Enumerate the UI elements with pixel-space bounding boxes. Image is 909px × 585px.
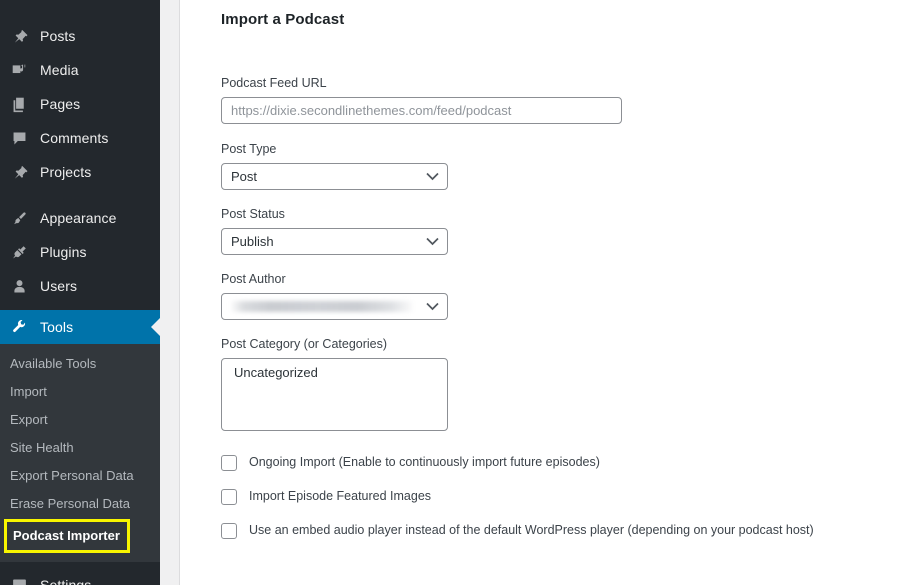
submenu-item-erase-personal-data[interactable]: Erase Personal Data	[0, 490, 160, 518]
sidebar-item-label: Appearance	[40, 210, 117, 226]
embed-player-label[interactable]: Use an embed audio player instead of the…	[249, 522, 814, 539]
sidebar-item-posts[interactable]: Posts	[0, 19, 160, 53]
sidebar-item-plugins[interactable]: Plugins	[0, 235, 160, 269]
sidebar-item-tools[interactable]: Tools	[0, 310, 160, 344]
sidebar-item-pages[interactable]: Pages	[0, 87, 160, 121]
sidebar-item-label: Projects	[40, 164, 92, 180]
post-category-label: Post Category (or Categories)	[221, 337, 388, 351]
embed-player-checkbox[interactable]	[221, 523, 237, 539]
sidebar-separator	[0, 189, 160, 201]
comment-icon	[9, 128, 29, 148]
sidebar-item-appearance[interactable]: Appearance	[0, 201, 160, 235]
pin-icon	[9, 26, 29, 46]
user-icon	[9, 276, 29, 296]
sidebar-item-label: Plugins	[40, 244, 87, 260]
submenu-item-export-personal-data[interactable]: Export Personal Data	[0, 462, 160, 490]
submenu-item-label: Podcast Importer	[13, 528, 120, 543]
pin-icon	[9, 162, 29, 182]
submenu-item-export[interactable]: Export	[0, 406, 160, 434]
submenu-item-import[interactable]: Import	[0, 378, 160, 406]
import-podcast-form: Import a Podcast Podcast Feed URL Post T…	[180, 0, 909, 585]
pages-icon	[9, 94, 29, 114]
post-type-label: Post Type	[221, 142, 277, 156]
post-category-textarea[interactable]: Uncategorized	[221, 358, 448, 431]
sidebar-separator	[0, 303, 160, 310]
post-author-select-value[interactable]	[221, 293, 448, 320]
sidebar-item-label: Media	[40, 62, 79, 78]
post-type-field: Post Type Post	[221, 141, 909, 190]
ongoing-import-checkbox[interactable]	[221, 455, 237, 471]
tools-submenu: Available Tools Import Export Site Healt…	[0, 344, 160, 562]
plug-icon	[9, 242, 29, 262]
post-author-field: Post Author	[221, 271, 909, 320]
post-author-label: Post Author	[221, 272, 286, 286]
ongoing-import-row: Ongoing Import (Enable to continuously i…	[221, 454, 909, 471]
feed-url-input[interactable]	[221, 97, 622, 124]
featured-images-row: Import Episode Featured Images	[221, 488, 909, 505]
sidebar-item-label: Users	[40, 278, 78, 294]
paintbrush-icon	[9, 208, 29, 228]
post-type-select-value[interactable]: Post	[221, 163, 448, 190]
ongoing-import-label[interactable]: Ongoing Import (Enable to continuously i…	[249, 454, 600, 471]
page-title: Import a Podcast	[221, 11, 345, 28]
wordpress-admin-screen: Posts Media Pages Comments Projects Appe…	[0, 0, 909, 585]
sliders-icon	[9, 575, 29, 585]
post-status-label: Post Status	[221, 207, 285, 221]
submenu-item-available-tools[interactable]: Available Tools	[0, 350, 160, 378]
redacted-author-value	[231, 301, 413, 312]
content-gutter	[160, 0, 180, 585]
feed-url-label: Podcast Feed URL	[221, 76, 327, 90]
embed-player-row: Use an embed audio player instead of the…	[221, 522, 909, 539]
admin-sidebar: Posts Media Pages Comments Projects Appe…	[0, 0, 160, 585]
submenu-item-podcast-importer[interactable]: Podcast Importer	[4, 519, 130, 553]
post-status-select-value[interactable]: Publish	[221, 228, 448, 255]
post-status-select[interactable]: Publish	[221, 228, 448, 255]
wrench-icon	[9, 317, 29, 337]
media-icon	[9, 60, 29, 80]
post-status-field: Post Status Publish	[221, 206, 909, 255]
featured-images-checkbox[interactable]	[221, 489, 237, 505]
post-type-select[interactable]: Post	[221, 163, 448, 190]
sidebar-item-settings[interactable]: Settings	[0, 568, 160, 585]
sidebar-item-label: Tools	[40, 319, 74, 335]
sidebar-item-comments[interactable]: Comments	[0, 121, 160, 155]
post-author-select[interactable]	[221, 293, 448, 320]
featured-images-label[interactable]: Import Episode Featured Images	[249, 488, 431, 505]
sidebar-item-label: Comments	[40, 130, 109, 146]
sidebar-item-label: Pages	[40, 96, 81, 112]
submenu-item-site-health[interactable]: Site Health	[0, 434, 160, 462]
sidebar-item-users[interactable]: Users	[0, 269, 160, 303]
sidebar-item-label: Posts	[40, 28, 76, 44]
sidebar-item-label: Settings	[40, 577, 92, 585]
post-category-field: Post Category (or Categories) Uncategori…	[221, 336, 909, 431]
feed-url-field: Podcast Feed URL	[221, 75, 909, 124]
sidebar-item-projects[interactable]: Projects	[0, 155, 160, 189]
active-menu-arrow	[151, 318, 160, 336]
sidebar-item-media[interactable]: Media	[0, 53, 160, 87]
